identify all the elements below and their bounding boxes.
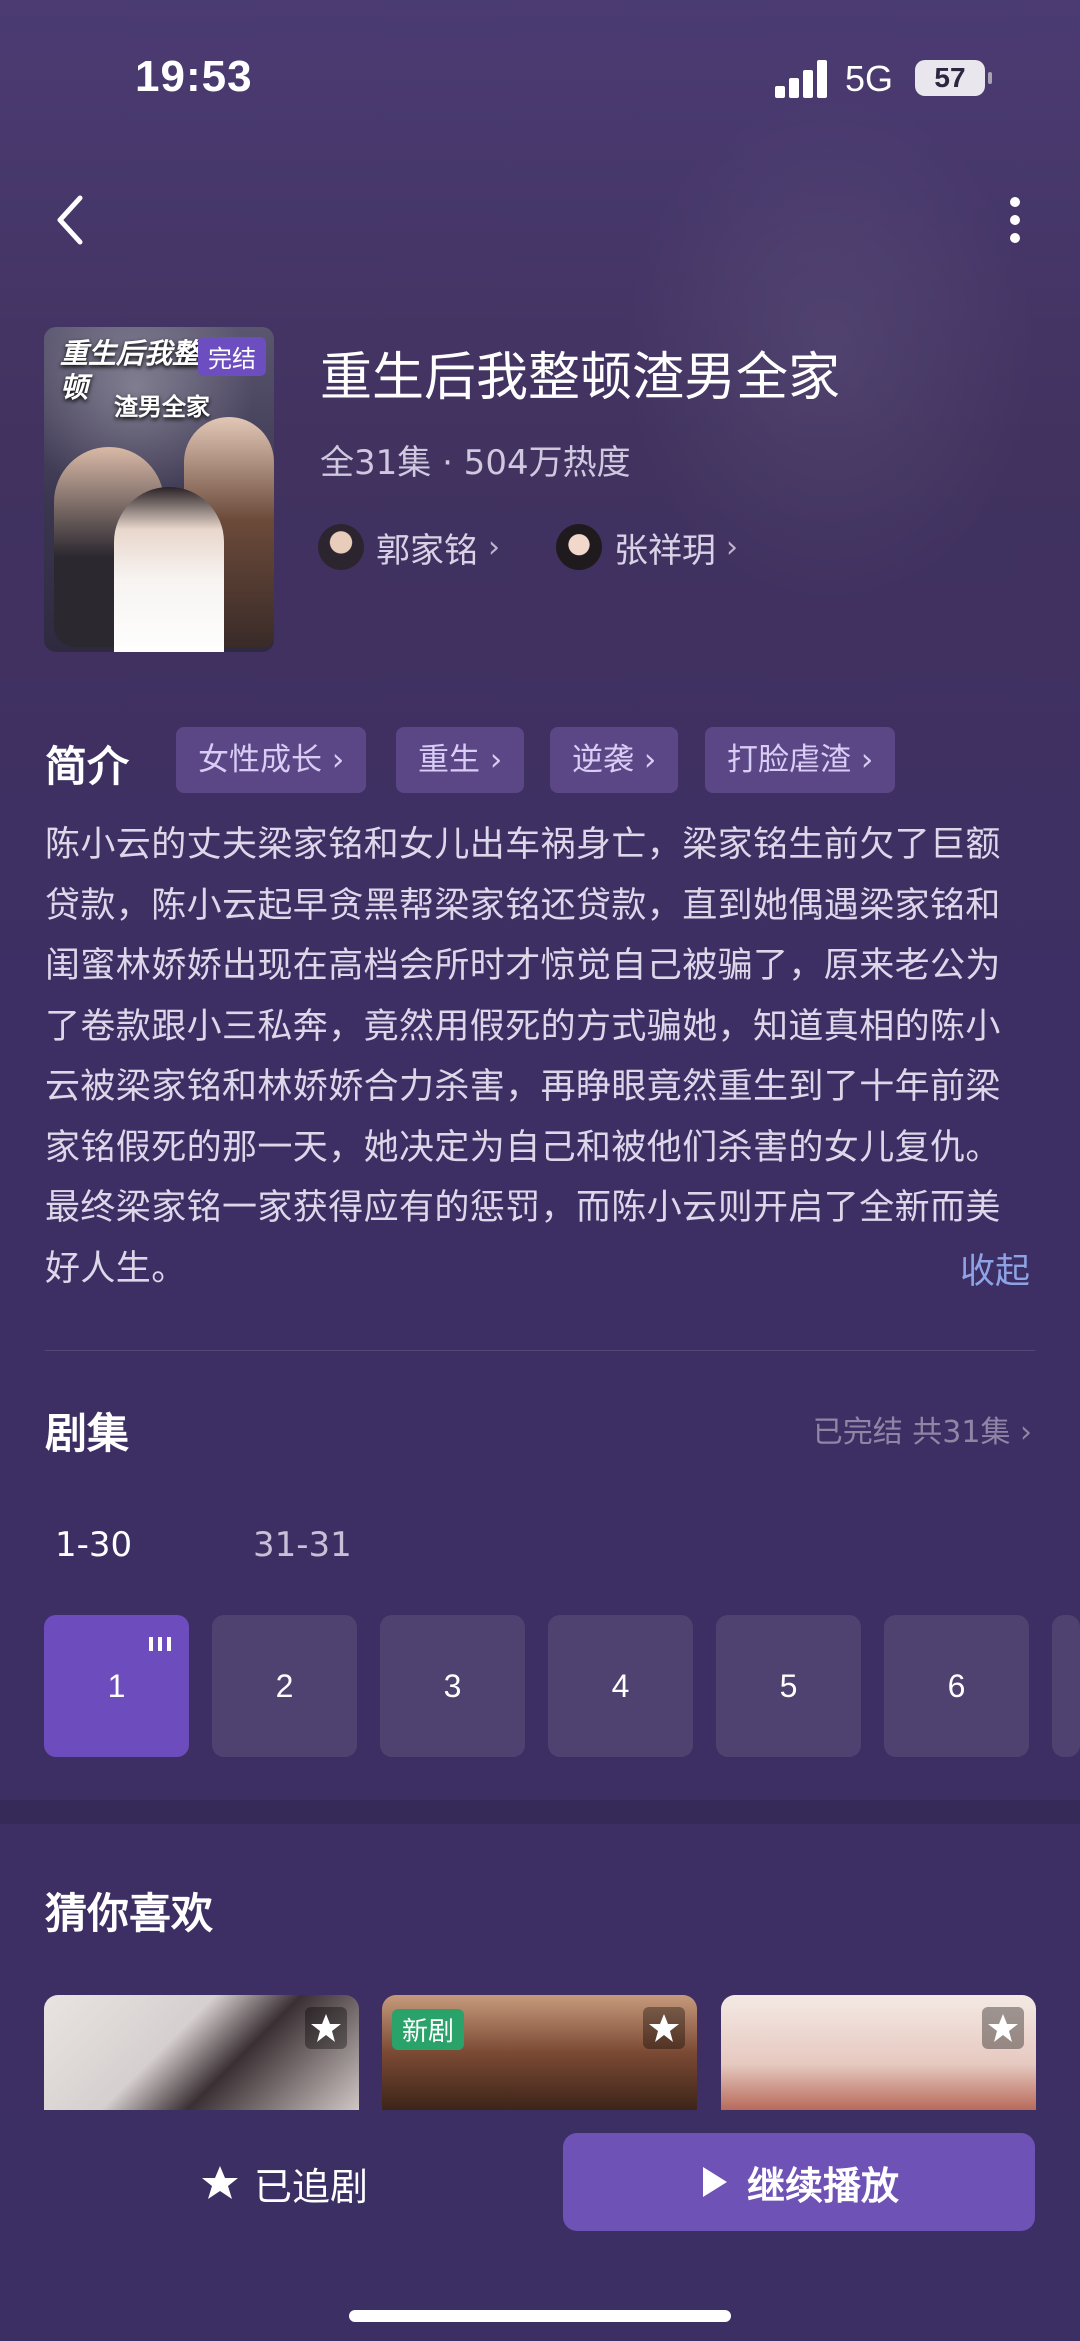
recommend-card[interactable] [44, 1995, 359, 2110]
actor-avatar [318, 524, 364, 570]
episode-button[interactable]: 4 [548, 1615, 693, 1757]
tag-chip[interactable]: 逆袭 › [550, 727, 679, 793]
actor-avatar [556, 524, 602, 570]
collapse-button[interactable]: 收起 [960, 1243, 1030, 1294]
episode-button[interactable]: 3 [380, 1615, 525, 1757]
episode-button[interactable]: 1 [44, 1615, 189, 1757]
episode-range-tab[interactable]: 31-31 [253, 1525, 352, 1565]
episode-button[interactable]: 5 [716, 1615, 861, 1757]
episode-number: 6 [947, 1668, 966, 1704]
recommend-card[interactable] [721, 1995, 1036, 2110]
now-playing-icon [149, 1637, 171, 1651]
actor-link[interactable]: 张祥玥 › [556, 522, 738, 572]
tag-chip[interactable]: 重生 › [396, 727, 525, 793]
completed-badge: 完结 [198, 337, 266, 376]
drama-title: 重生后我整顿渣男全家 [320, 348, 841, 408]
episode-button[interactable]: 2 [212, 1615, 357, 1757]
cover-subtitle: 渣男全家 [114, 393, 210, 421]
continue-play-button[interactable]: 继续播放 [563, 2133, 1035, 2231]
star-icon [202, 2166, 238, 2199]
episodes-status-link[interactable]: 已完结 共31集 › [813, 1407, 1032, 1451]
tag-chip[interactable]: 打脸虐渣 › [705, 727, 896, 793]
follow-button[interactable]: 已追剧 [200, 2150, 368, 2216]
more-vertical-icon [1010, 197, 1020, 243]
chevron-left-icon [57, 195, 83, 245]
follow-label: 已追剧 [254, 2164, 369, 2209]
play-label: 继续播放 [746, 2163, 899, 2208]
new-badge: 新剧 [392, 2009, 465, 2050]
section-separator [0, 1800, 1080, 1824]
star-icon[interactable] [305, 2007, 347, 2049]
episode-number: 1 [107, 1668, 126, 1704]
network-type: 5G [845, 58, 894, 99]
battery-tip [988, 72, 992, 84]
drama-description: 陈小云的丈夫梁家铭和女儿出车祸身亡，梁家铭生前欠了巨额贷款，陈小云起早贪黑帮梁家… [45, 825, 1001, 1289]
divider [45, 1350, 1035, 1351]
status-time: 19:53 [135, 52, 253, 101]
episode-number: 2 [275, 1668, 294, 1704]
home-indicator [349, 2310, 731, 2322]
intro-heading: 简介 [45, 742, 130, 791]
tag-chip[interactable]: 女性成长 › [176, 727, 367, 793]
episode-number: 3 [443, 1668, 462, 1704]
chevron-right-icon: › [488, 529, 500, 565]
play-icon [702, 2167, 727, 2197]
episode-number: 4 [611, 1668, 630, 1704]
recommend-card[interactable]: 新剧 [382, 1995, 697, 2110]
actor-name: 郭家铭 [376, 530, 478, 571]
back-button[interactable] [48, 190, 98, 250]
episode-range-tab[interactable]: 1-30 [55, 1525, 132, 1565]
status-bar: 19:53 5G 57 [0, 0, 1080, 160]
drama-cover-image[interactable]: 重生后我整顿 渣男全家 完结 [44, 327, 274, 652]
actor-link[interactable]: 郭家铭 › [318, 522, 500, 572]
star-icon[interactable] [643, 2007, 685, 2049]
episode-button[interactable]: 6 [884, 1615, 1029, 1757]
battery-icon: 57 [915, 60, 985, 96]
actor-name: 张祥玥 [614, 530, 716, 571]
recommend-heading: 猜你喜欢 [45, 1889, 214, 1938]
episode-button-partial[interactable] [1052, 1615, 1080, 1757]
drama-meta: 全31集 · 504万热度 [320, 443, 631, 483]
chevron-right-icon: › [726, 529, 738, 565]
episodes-heading: 剧集 [45, 1409, 130, 1458]
star-icon[interactable] [982, 2007, 1024, 2049]
more-options-button[interactable] [995, 190, 1035, 250]
cellular-signal-icon [775, 60, 831, 98]
episode-number: 5 [779, 1668, 798, 1704]
cover-figure [114, 487, 224, 652]
